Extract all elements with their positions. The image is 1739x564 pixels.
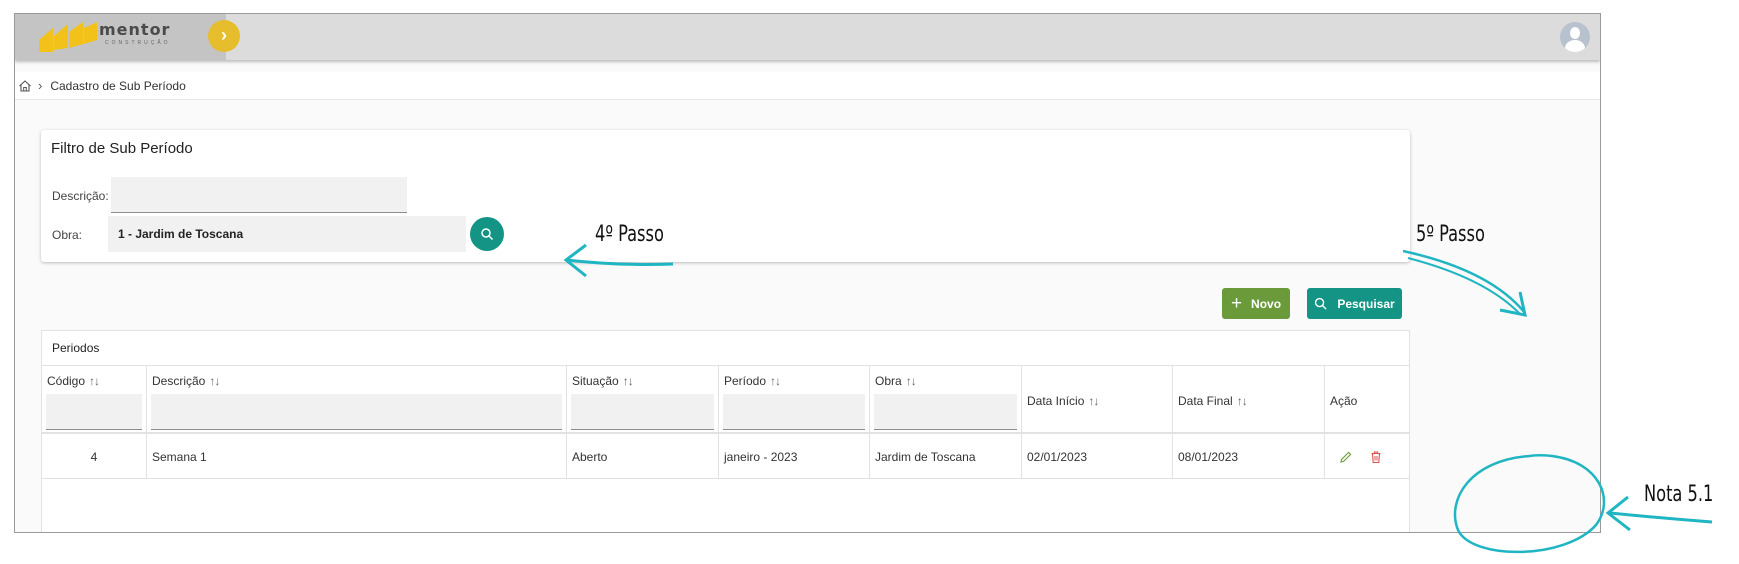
column-label: Ação [1330,394,1358,408]
logo-subtitle: CONSTRUÇÃO [105,40,171,46]
periodo-filter-input[interactable] [723,394,865,430]
sort-icon[interactable]: ↑↓ [623,374,634,388]
table-row[interactable]: 4 Semana 1 Aberto janeiro - 2023 Jardim … [42,435,1409,479]
table-header: Código ↑↓ Descrição ↑↓ Situação ↑↓ Período ↑… [42,365,1411,435]
app-window: mentor CONSTRUÇÃO › › Cadastro de Sub Pe… [14,13,1601,533]
column-descricao[interactable]: Descrição ↑↓ [147,366,567,435]
column-obra[interactable]: Obra ↑↓ [870,366,1022,435]
column-acao: Ação [1325,366,1411,435]
logo-text: mentor CONSTRUÇÃO [99,21,171,47]
cell-acao [1325,435,1411,479]
periodos-table-card: Periodos Código ↑↓ Descrição ↑↓ Situação ↑↓… [41,330,1411,532]
logo-area: mentor CONSTRUÇÃO [15,14,226,60]
trash-icon[interactable] [1369,450,1383,464]
note-arrow [1609,511,1713,524]
top-bar: mentor CONSTRUÇÃO › [15,14,1600,60]
chevron-right-icon: › [38,78,43,93]
sort-icon[interactable]: ↑↓ [209,374,220,388]
sort-icon[interactable]: ↑↓ [906,374,917,388]
obra-filter-input[interactable] [874,394,1017,430]
column-label: Situação [572,374,619,388]
sort-icon[interactable]: ↑↓ [770,374,781,388]
cell-obra: Jardim de Toscana [870,435,1022,479]
search-icon [481,228,494,241]
obra-search-button[interactable] [470,217,504,251]
column-label: Período [724,374,767,388]
situacao-filter-input[interactable] [571,394,714,430]
step4-annotation: 4º Passo [595,222,664,247]
descricao-input[interactable] [111,177,407,213]
column-label: Data Início [1027,394,1085,408]
user-avatar-icon[interactable] [1560,22,1590,52]
column-data-final[interactable]: Data Final ↑↓ [1173,366,1325,435]
cell-descricao: Semana 1 [147,435,567,479]
column-label: Descrição [152,374,206,388]
column-label: Código [47,374,86,388]
sort-icon[interactable]: ↑↓ [1237,394,1248,408]
sort-icon[interactable]: ↑↓ [1088,394,1099,408]
breadcrumb-page: Cadastro de Sub Período [50,78,186,93]
cell-codigo: 4 [42,435,147,479]
cell-data-inicio: 02/01/2023 [1022,435,1173,479]
logo-mark-icon [39,22,97,52]
obra-label: Obra: [52,228,83,242]
column-situacao[interactable]: Situação ↑↓ [567,366,719,435]
breadcrumb: › Cadastro de Sub Período [15,72,1600,100]
note-annotation: Nota 5.1 [1644,482,1714,507]
descricao-label: Descrição: [52,189,109,203]
expand-menu-button[interactable]: › [208,20,240,52]
pencil-icon[interactable] [1339,450,1353,464]
column-periodo[interactable]: Período ↑↓ [719,366,870,435]
search-icon [1315,297,1327,310]
filter-card: Filtro de Sub Período Descrição: Obra: 1… [41,130,1410,262]
column-data-inicio[interactable]: Data Início ↑↓ [1022,366,1173,435]
table-caption: Periodos [52,341,100,355]
plus-icon: + [1230,292,1243,314]
cell-periodo: janeiro - 2023 [719,435,870,479]
pesquisar-label: Pesquisar [1337,296,1395,311]
home-icon[interactable] [18,79,32,93]
obra-value: 1 - Jardim de Toscana [118,227,244,241]
column-codigo[interactable]: Código ↑↓ [42,366,147,435]
novo-label: Novo [1251,296,1282,311]
filter-title: Filtro de Sub Período [51,140,193,157]
logo-name: mentor [99,20,171,39]
novo-button[interactable]: + Novo [1222,288,1290,319]
cell-data-final: 08/01/2023 [1173,435,1325,479]
column-label: Obra [875,374,902,388]
step5-annotation: 5º Passo [1416,222,1485,247]
descricao-filter-input[interactable] [151,394,562,430]
sort-icon[interactable]: ↑↓ [89,374,100,388]
pesquisar-button[interactable]: Pesquisar [1307,288,1402,319]
cell-situacao: Aberto [567,435,719,479]
column-label: Data Final [1178,394,1233,408]
codigo-filter-input[interactable] [46,394,142,430]
